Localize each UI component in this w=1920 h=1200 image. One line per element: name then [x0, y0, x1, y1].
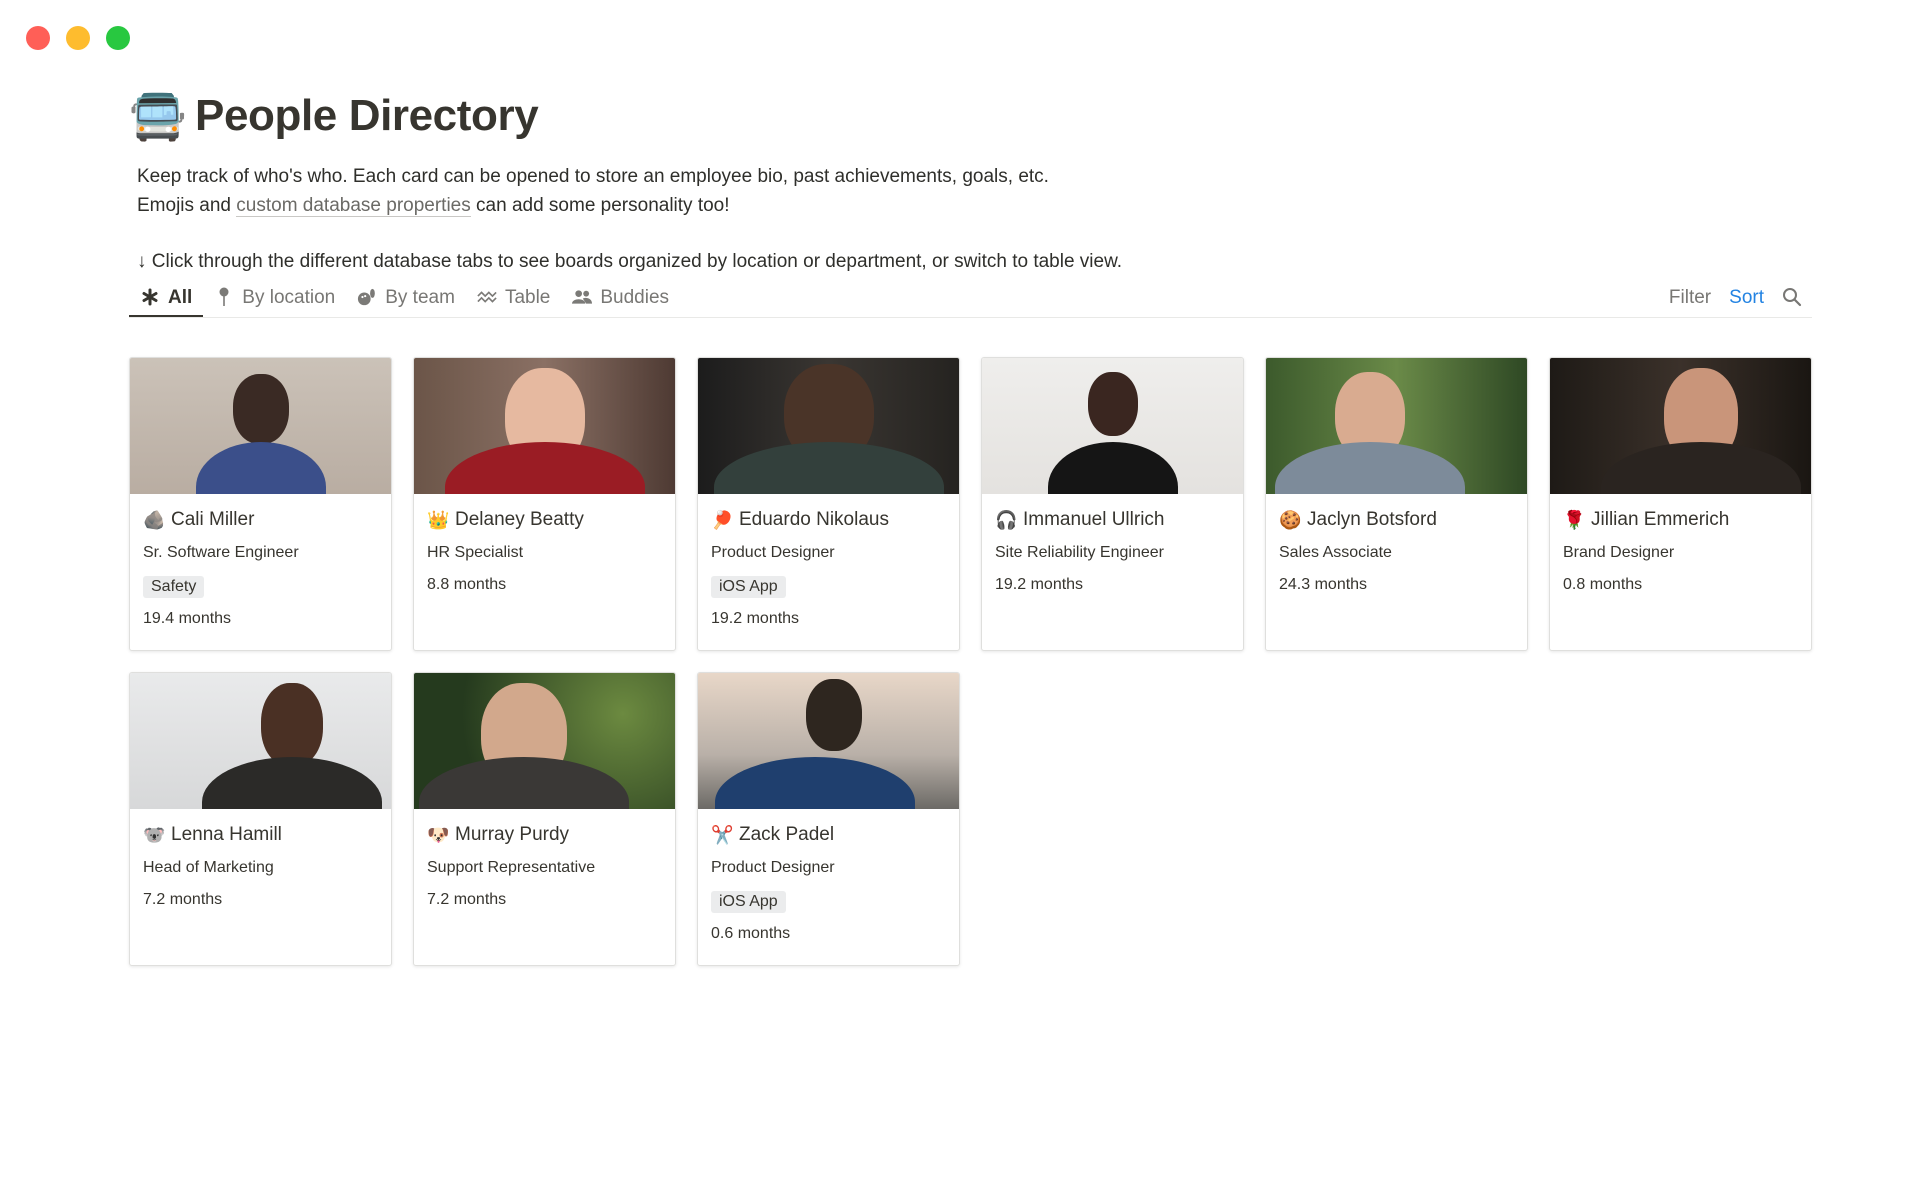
person-name: Jillian Emmerich	[1591, 509, 1730, 530]
page: 🚍 People Directory Keep track of who's w…	[129, 82, 1812, 966]
person-name: Zack Padel	[739, 824, 835, 845]
team-tag: iOS App	[711, 891, 786, 913]
title-row: 🚍 People Directory	[129, 82, 1812, 150]
card-cover-photo	[1266, 358, 1527, 494]
koala-icon: 🐨	[143, 824, 166, 845]
ping-pong-icon: 🏓	[711, 509, 734, 530]
person-role: Brand Designer	[1563, 544, 1675, 561]
person-role: Sr. Software Engineer	[143, 544, 299, 561]
person-name: Delaney Beatty	[455, 509, 584, 530]
tab-label: Buddies	[600, 287, 670, 308]
person-card[interactable]: 🍪 Jaclyn Botsford Sales Associate 24.3 mo…	[1265, 357, 1528, 651]
view-tabs: All By location By team Table Buddies	[129, 287, 1812, 317]
person-name: Immanuel Ullrich	[1023, 509, 1165, 530]
person-card[interactable]: 🐶 Murray Purdy Support Representative 7.2…	[413, 672, 676, 966]
person-tenure: 24.3 months	[1279, 576, 1368, 593]
person-role: Head of Marketing	[143, 859, 274, 876]
person-tenure: 19.2 months	[711, 610, 800, 627]
card-cover-photo	[698, 673, 959, 809]
bowling-icon	[357, 287, 377, 307]
tab-by-location[interactable]: By location	[203, 287, 346, 317]
person-card[interactable]: 🎧 Immanuel Ullrich Site Reliability Engin…	[981, 357, 1244, 651]
person-card[interactable]: 🪨 Cali Miller Sr. Software Engineer Safet…	[129, 357, 392, 651]
tab-all[interactable]: All	[129, 287, 204, 317]
person-card[interactable]: ✂️ Zack Padel Product Designer iOS App 0.…	[697, 672, 960, 966]
wave-icon	[477, 287, 497, 307]
person-tenure: 0.8 months	[1563, 576, 1643, 593]
search-icon[interactable]	[1782, 287, 1802, 307]
dog-icon: 🐶	[427, 824, 450, 845]
tab-label: By team	[385, 287, 455, 308]
person-card[interactable]: 🏓 Eduardo Nikolaus Product Designer iOS A…	[697, 357, 960, 651]
person-tenure: 8.8 months	[427, 576, 507, 593]
person-name: Cali Miller	[171, 509, 255, 530]
tab-table[interactable]: Table	[466, 287, 561, 317]
description-line-2: Emojis and custom database properties ca…	[137, 191, 1812, 220]
people-icon	[572, 287, 593, 307]
person-card[interactable]: 👑 Delaney Beatty HR Specialist 8.8 months	[413, 357, 676, 651]
minimize-window-button[interactable]	[66, 26, 90, 50]
rose-icon: 🌹	[1563, 509, 1586, 530]
person-tenure: 19.4 months	[143, 610, 232, 627]
headphones-icon: 🎧	[995, 509, 1018, 530]
rock-icon: 🪨	[143, 509, 166, 530]
maximize-window-button[interactable]	[106, 26, 130, 50]
person-name: Murray Purdy	[455, 824, 570, 845]
person-tenure: 7.2 months	[143, 891, 223, 908]
person-role: Sales Associate	[1279, 544, 1392, 561]
crown-icon: 👑	[427, 509, 450, 530]
description-line-3: ↓ Click through the different database t…	[137, 251, 1123, 272]
person-tenure: 7.2 months	[427, 891, 507, 908]
custom-database-properties-link[interactable]: custom database properties	[236, 195, 471, 217]
person-name: Eduardo Nikolaus	[739, 509, 889, 530]
gallery-grid: 🪨 Cali Miller Sr. Software Engineer Safet…	[129, 357, 1812, 966]
tab-label: All	[168, 287, 193, 308]
bus-icon[interactable]: 🚍	[129, 93, 187, 139]
database-views-bar: All By location By team Table Buddies Fi…	[129, 287, 1812, 318]
card-cover-photo	[414, 358, 675, 494]
card-cover-photo	[414, 673, 675, 809]
tab-buddies[interactable]: Buddies	[561, 287, 680, 317]
person-tenure: 19.2 months	[995, 576, 1084, 593]
description-text: can add some personality too!	[470, 195, 730, 216]
description-line-1: Keep track of who's who. Each card can b…	[137, 166, 1049, 187]
card-cover-photo	[130, 673, 391, 809]
asterisk-icon	[140, 287, 160, 307]
card-cover-photo	[1550, 358, 1811, 494]
pin-icon	[214, 287, 234, 307]
person-name: Jaclyn Botsford	[1307, 509, 1437, 530]
person-name: Lenna Hamill	[171, 824, 282, 845]
tab-by-team[interactable]: By team	[346, 287, 466, 317]
person-card[interactable]: 🌹 Jillian Emmerich Brand Designer 0.8 mon…	[1549, 357, 1812, 651]
person-tenure: 0.6 months	[711, 925, 791, 942]
scissors-icon: ✂️	[711, 824, 734, 845]
sort-button[interactable]: Sort	[1729, 287, 1764, 309]
team-tag: Safety	[143, 576, 205, 598]
person-card[interactable]: 🐨 Lenna Hamill Head of Marketing 7.2 mont…	[129, 672, 392, 966]
tab-label: Table	[504, 287, 551, 308]
filter-button[interactable]: Filter	[1669, 287, 1711, 309]
card-cover-photo	[982, 358, 1243, 494]
card-cover-photo	[698, 358, 959, 494]
cookie-icon: 🍪	[1279, 509, 1302, 530]
person-role: HR Specialist	[427, 544, 524, 561]
page-title: People Directory	[195, 91, 539, 140]
card-cover-photo	[130, 358, 391, 494]
team-tag: iOS App	[711, 576, 786, 598]
tab-label: By location	[242, 287, 336, 308]
person-role: Product Designer	[711, 544, 835, 561]
close-window-button[interactable]	[26, 26, 50, 50]
person-role: Support Representative	[427, 859, 596, 876]
person-role: Site Reliability Engineer	[995, 544, 1164, 561]
page-description: Keep track of who's who. Each card can b…	[137, 162, 1812, 276]
person-role: Product Designer	[711, 859, 835, 876]
window-controls	[26, 26, 130, 50]
view-toolbar: Filter Sort	[1669, 287, 1802, 309]
description-text: Emojis and	[137, 195, 237, 216]
